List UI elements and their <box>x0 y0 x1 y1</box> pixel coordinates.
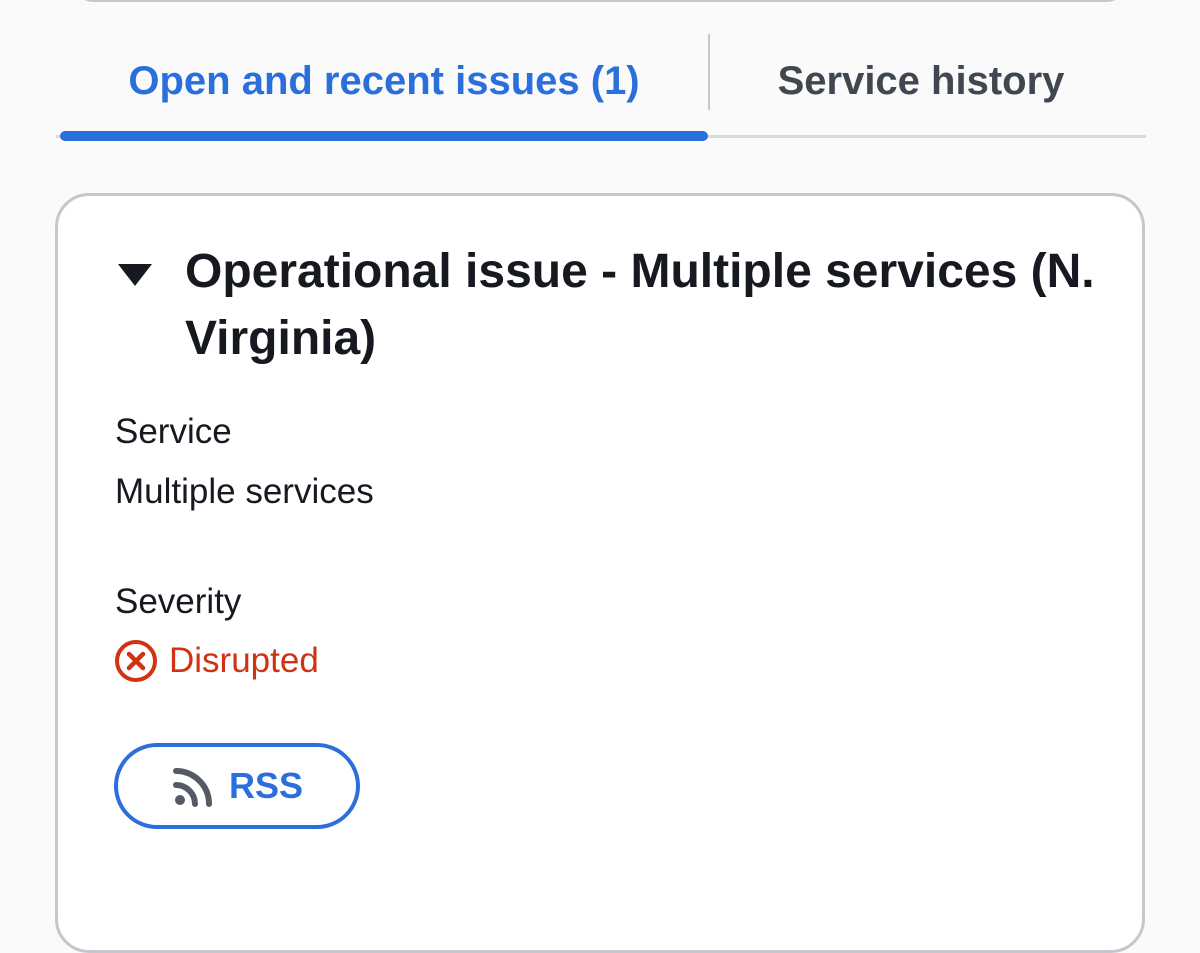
severity-label: Severity <box>115 582 242 621</box>
severity-value: Disrupted <box>169 641 319 680</box>
tab-open-and-recent-issues[interactable]: Open and recent issues (1) <box>60 28 708 141</box>
service-label: Service <box>115 412 232 451</box>
tab-service-history[interactable]: Service history <box>716 28 1126 135</box>
service-value: Multiple services <box>115 472 374 511</box>
tab-service-history-label: Service history <box>777 59 1065 103</box>
rss-icon <box>172 768 212 807</box>
error-circle-icon <box>115 640 157 682</box>
expand-caret-icon[interactable] <box>118 264 152 286</box>
rss-button[interactable]: RSS <box>114 743 360 829</box>
previous-card-edge <box>70 0 1130 2</box>
severity-status: Disrupted <box>113 638 319 684</box>
tab-open-and-recent-issues-label: Open and recent issues (1) <box>128 59 640 103</box>
rss-label: RSS <box>228 765 304 806</box>
active-tab-indicator <box>60 131 708 141</box>
issue-tabs: Open and recent issues (1) Service histo… <box>56 28 1146 141</box>
issue-title[interactable]: Operational issue - Multiple services (N… <box>185 238 1115 372</box>
tab-divider <box>708 34 710 110</box>
issue-card: Operational issue - Multiple services (N… <box>55 193 1145 953</box>
